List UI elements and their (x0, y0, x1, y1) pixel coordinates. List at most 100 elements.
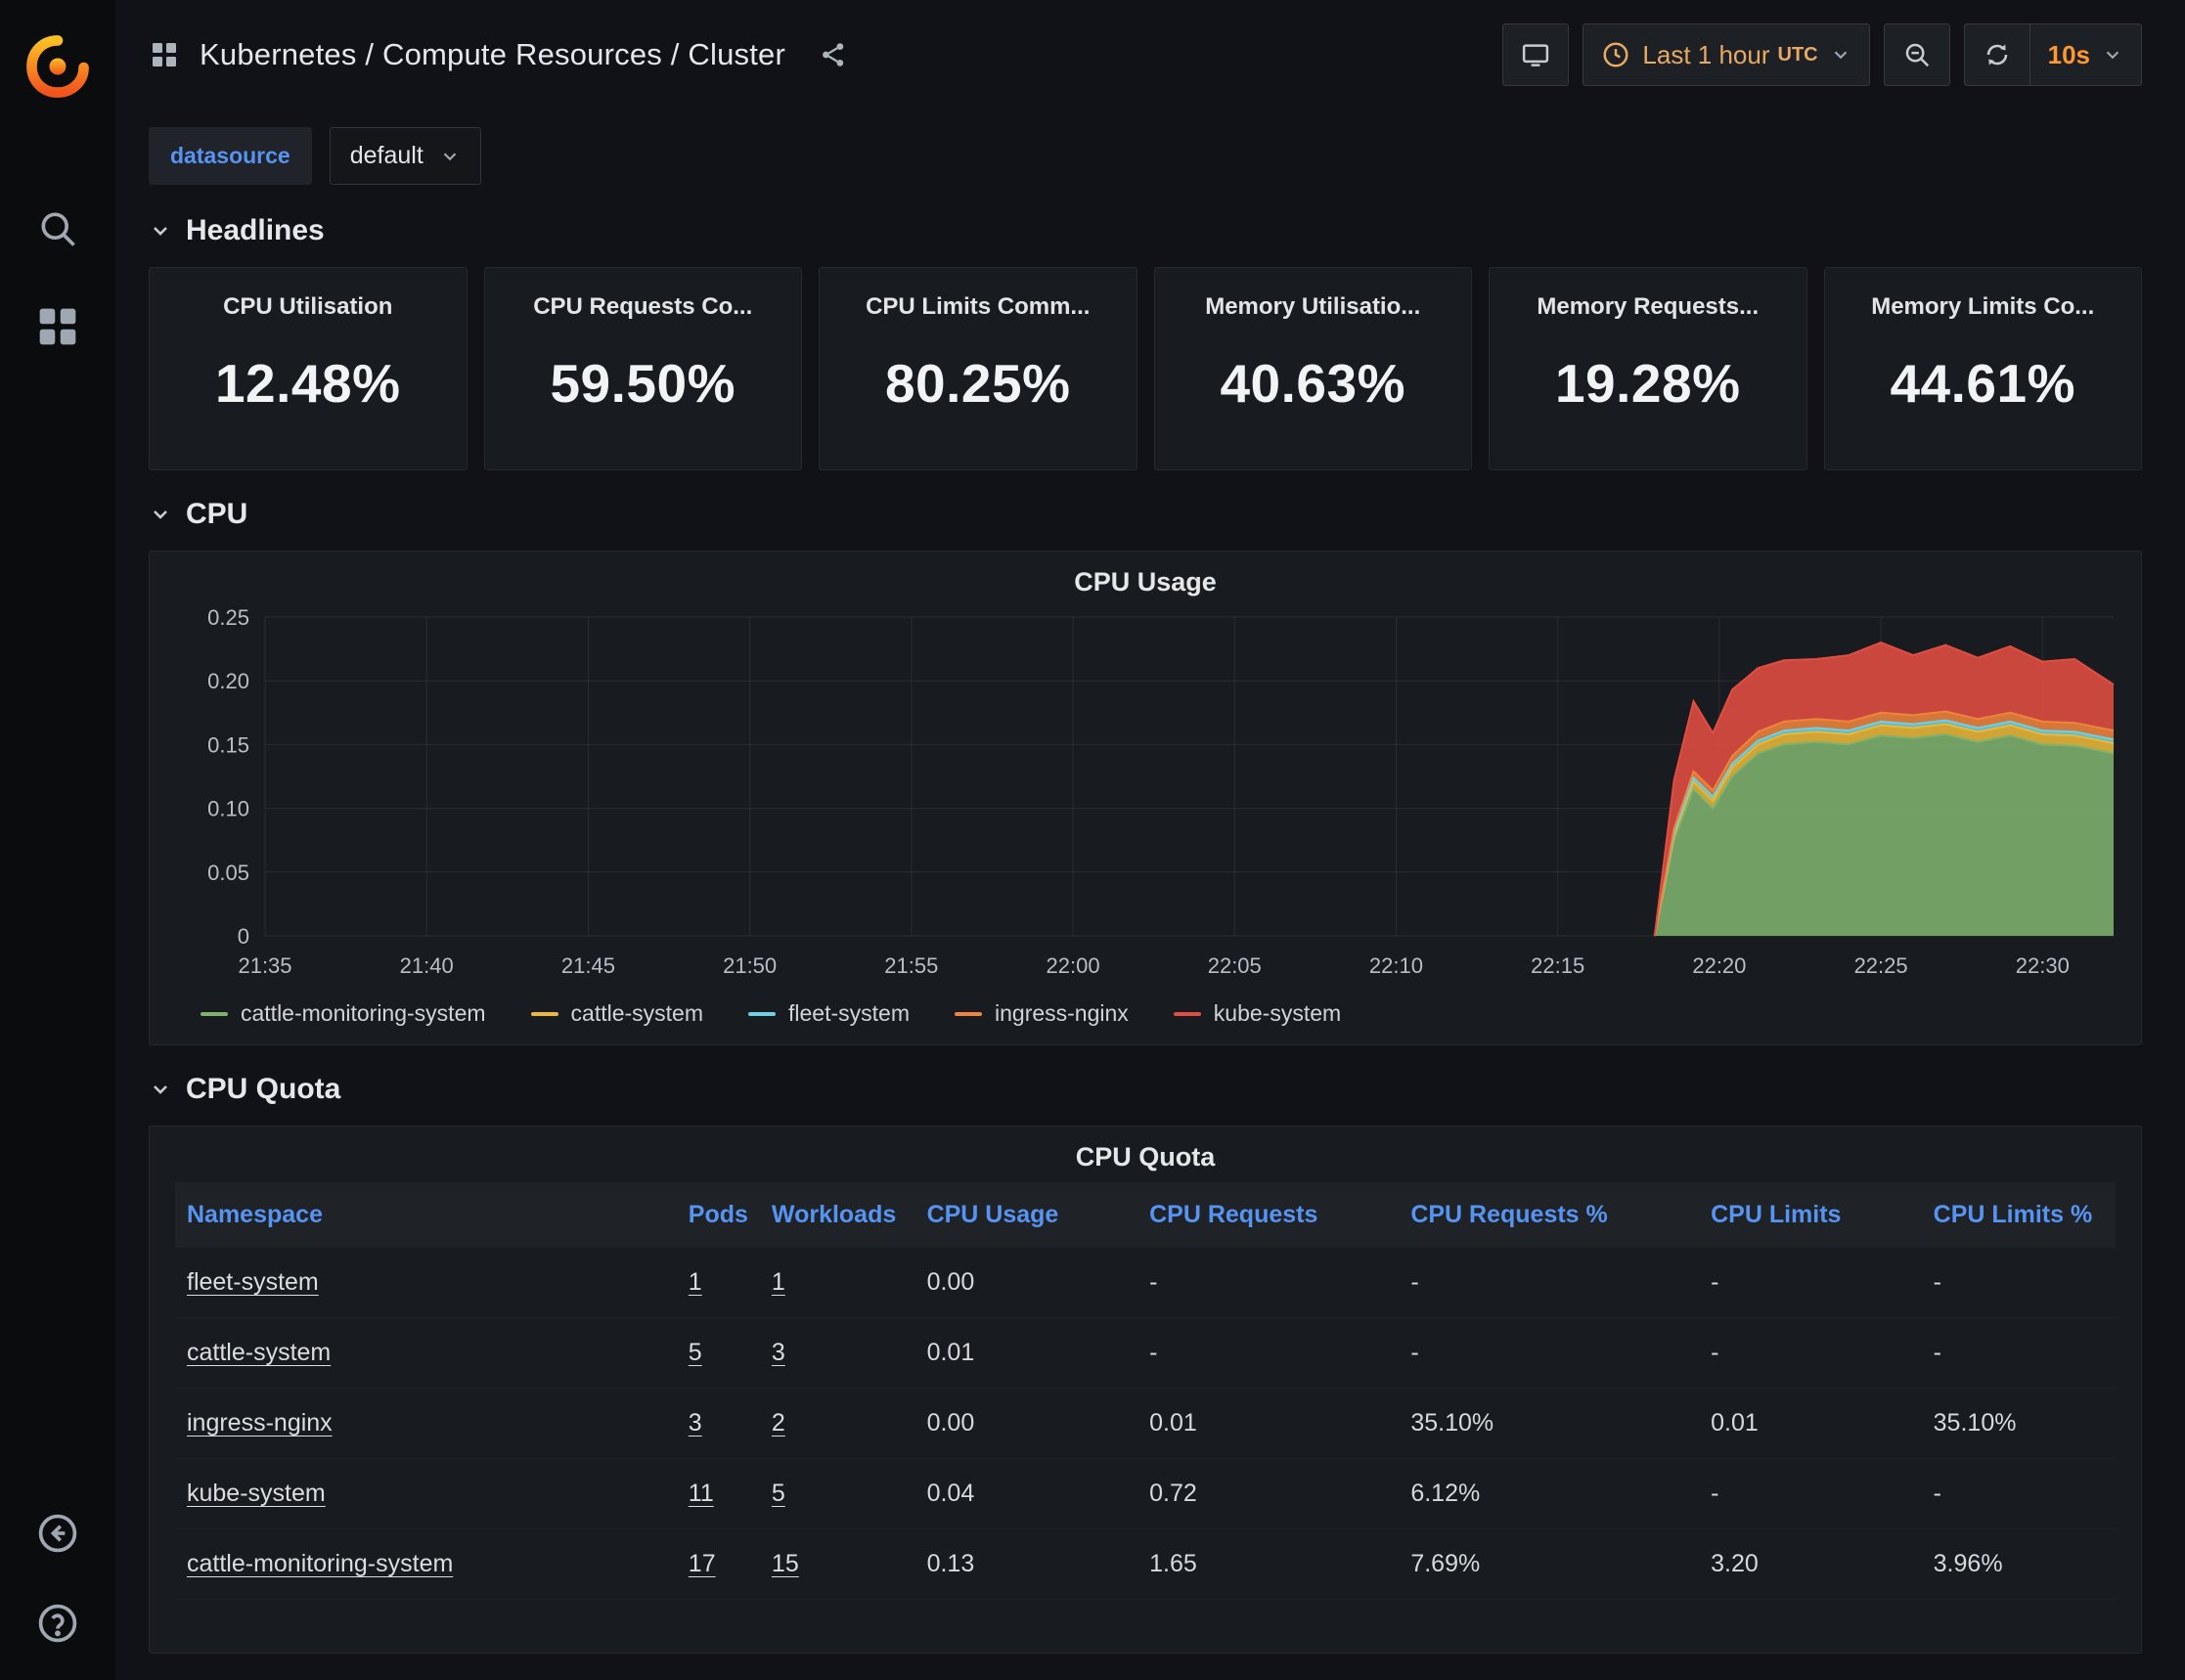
cpu-usage-cell: 0.04 (915, 1459, 1138, 1529)
section-header-cpu[interactable]: CPU (149, 498, 2142, 531)
legend-item[interactable]: cattle-monitoring-system (201, 1000, 486, 1027)
drilldown-link[interactable]: 15 (772, 1550, 799, 1577)
stat-panel-title: CPU Requests Co... (533, 293, 752, 321)
legend-item[interactable]: cattle-system (531, 1000, 703, 1027)
chevron-down-icon (149, 219, 172, 243)
dashboards-icon[interactable] (36, 305, 79, 348)
pods-cell: 3 (677, 1389, 760, 1459)
column-header[interactable]: Namespace (175, 1182, 677, 1248)
stats-row: CPU Utilisation12.48%CPU Requests Co...5… (149, 267, 2142, 470)
cpu-usage-cell: 0.01 (915, 1318, 1138, 1389)
legend-item[interactable]: ingress-nginx (955, 1000, 1129, 1027)
stat-panel: CPU Requests Co... 59.50% (484, 267, 803, 470)
table-title[interactable]: CPU Quota (175, 1142, 2116, 1172)
drilldown-link[interactable]: 2 (772, 1409, 785, 1437)
svg-text:21:55: 21:55 (884, 953, 938, 978)
stat-panel-value: 59.50% (550, 352, 736, 415)
cpu-limits-cell: 0.01 (1699, 1389, 1922, 1459)
share-icon[interactable] (819, 40, 848, 69)
svg-text:22:10: 22:10 (1369, 953, 1423, 978)
cpu-usage-cell: 0.13 (915, 1529, 1138, 1600)
grafana-logo-icon[interactable] (24, 33, 91, 100)
legend-swatch (201, 1012, 228, 1016)
cpu-requests-cell: 0.01 (1137, 1389, 1399, 1459)
cpu-limits-cell: - (1699, 1248, 1922, 1318)
drilldown-link[interactable]: 1 (772, 1268, 785, 1296)
chevron-down-icon (1830, 44, 1851, 66)
cpu-requests-pct-cell: 7.69% (1399, 1529, 1699, 1600)
cpu-usage-cell: 0.00 (915, 1248, 1138, 1318)
cpu-requests-cell: 0.72 (1137, 1459, 1399, 1529)
column-header[interactable]: CPU Limits (1699, 1182, 1922, 1248)
section-header-headlines[interactable]: Headlines (149, 214, 2142, 247)
sidebar (0, 0, 115, 1680)
column-header[interactable]: CPU Limits % (1922, 1182, 2116, 1248)
chart-title[interactable]: CPU Usage (167, 567, 2123, 597)
column-header[interactable]: CPU Usage (915, 1182, 1138, 1248)
drilldown-link[interactable]: 5 (689, 1339, 702, 1366)
namespace-cell: cattle-monitoring-system (175, 1529, 677, 1600)
namespace-link[interactable]: kube-system (187, 1480, 326, 1507)
drilldown-link[interactable]: 17 (689, 1550, 716, 1577)
sign-out-icon[interactable] (36, 1512, 79, 1555)
chevron-down-icon (439, 146, 461, 167)
table-row: kube-system1150.040.726.12%-- (175, 1459, 2116, 1529)
drilldown-link[interactable]: 11 (689, 1480, 714, 1507)
cpu-requests-pct-cell: - (1399, 1318, 1699, 1389)
namespace-cell: fleet-system (175, 1248, 677, 1318)
stat-panel-title: CPU Utilisation (223, 293, 392, 321)
time-range-picker[interactable]: Last 1 hour UTC (1583, 23, 1869, 86)
svg-text:22:25: 22:25 (1854, 953, 1908, 978)
workloads-cell: 1 (760, 1248, 915, 1318)
legend-item[interactable]: fleet-system (748, 1000, 910, 1027)
zoom-out-button[interactable] (1884, 23, 1950, 86)
namespace-link[interactable]: ingress-nginx (187, 1409, 333, 1437)
namespace-link[interactable]: fleet-system (187, 1268, 319, 1296)
clock-icon (1601, 40, 1630, 69)
stat-panel-value: 80.25% (885, 352, 1071, 415)
toolbar-controls: Last 1 hour UTC 10s (1502, 23, 2142, 86)
help-icon[interactable] (36, 1602, 79, 1645)
cpu-requests-pct-cell: 35.10% (1399, 1389, 1699, 1459)
datasource-label: datasource (149, 127, 312, 185)
drilldown-link[interactable]: 3 (772, 1339, 785, 1366)
column-header[interactable]: Pods (677, 1182, 760, 1248)
refresh-button[interactable] (1964, 23, 2030, 86)
column-header[interactable]: Workloads (760, 1182, 915, 1248)
cpu-limits-pct-cell: 35.10% (1922, 1389, 2116, 1459)
datasource-select[interactable]: default (330, 127, 481, 185)
cpu-requests-pct-cell: - (1399, 1248, 1699, 1318)
legend-swatch (748, 1012, 776, 1016)
column-header[interactable]: CPU Requests % (1399, 1182, 1699, 1248)
namespace-link[interactable]: cattle-monitoring-system (187, 1550, 453, 1577)
namespace-cell: cattle-system (175, 1318, 677, 1389)
stat-panel-title: Memory Limits Co... (1871, 293, 2094, 321)
column-header[interactable]: CPU Requests (1137, 1182, 1399, 1248)
stat-panel: Memory Utilisatio...40.63% (1154, 267, 1473, 470)
table-row: cattle-monitoring-system17150.131.657.69… (175, 1529, 2116, 1600)
refresh-interval-picker[interactable]: 10s (2029, 23, 2142, 86)
svg-text:22:00: 22:00 (1047, 953, 1100, 978)
section-header-cpu-quota[interactable]: CPU Quota (149, 1073, 2142, 1106)
drilldown-link[interactable]: 3 (689, 1409, 702, 1437)
chevron-down-icon (2102, 44, 2123, 66)
tv-mode-button[interactable] (1502, 23, 1569, 86)
page-title[interactable]: Kubernetes / Compute Resources / Cluster (200, 37, 785, 72)
namespace-link[interactable]: cattle-system (187, 1339, 331, 1366)
cpu-quota-table: NamespacePodsWorkloadsCPU UsageCPU Reque… (175, 1182, 2116, 1600)
drilldown-link[interactable]: 1 (689, 1268, 702, 1296)
svg-text:22:30: 22:30 (2016, 953, 2070, 978)
table-row: cattle-system530.01---- (175, 1318, 2116, 1389)
drilldown-link[interactable]: 5 (772, 1480, 785, 1507)
time-zone-label: UTC (1778, 44, 1818, 66)
workloads-cell: 15 (760, 1529, 915, 1600)
section-title: Headlines (186, 214, 325, 247)
svg-text:22:20: 22:20 (1692, 953, 1746, 978)
table-header-row: NamespacePodsWorkloadsCPU UsageCPU Reque… (175, 1182, 2116, 1248)
legend-swatch (955, 1012, 982, 1016)
legend-item[interactable]: kube-system (1174, 1000, 1341, 1027)
search-icon[interactable] (36, 207, 79, 250)
stat-panel-title: CPU Limits Comm... (866, 293, 1090, 321)
stat-panel-title: Memory Utilisatio... (1205, 293, 1420, 321)
workloads-cell: 3 (760, 1318, 915, 1389)
